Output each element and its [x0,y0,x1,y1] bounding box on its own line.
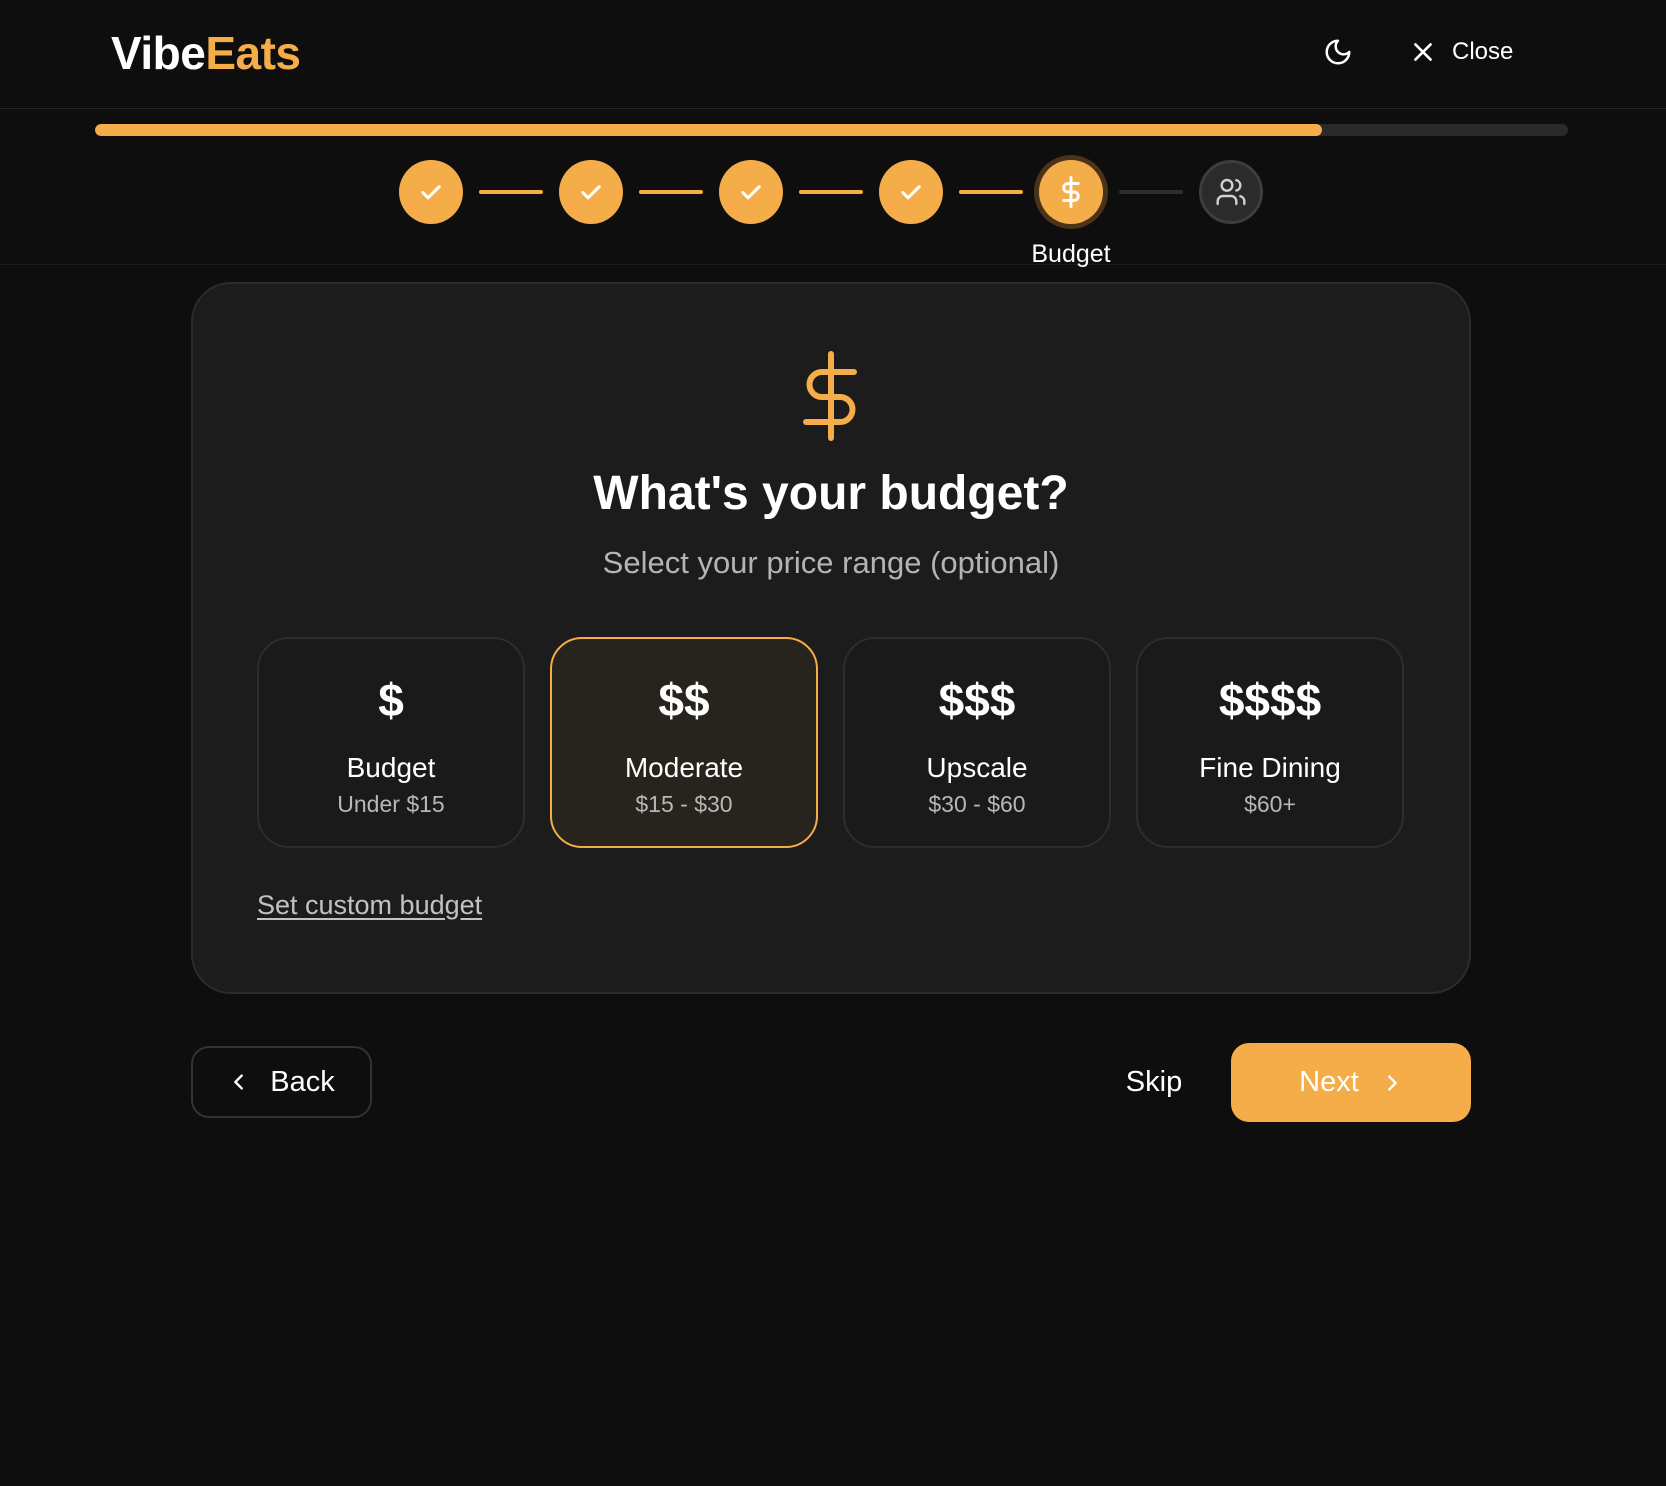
back-button[interactable]: Back [191,1046,372,1118]
current-step-label: Budget [1031,240,1111,268]
step-connector [1119,190,1183,194]
step-connector [959,190,1023,194]
close-label: Close [1452,38,1514,65]
check-icon [577,178,605,206]
budget-option-fine-dining[interactable]: $$$$ Fine Dining $60+ [1136,637,1404,848]
step-1-completed[interactable] [399,160,463,224]
chevron-right-icon [1381,1072,1403,1094]
option-range: $60+ [1244,791,1296,817]
check-icon [417,178,445,206]
progress-bar-fill [95,124,1322,136]
option-name: Upscale [926,752,1028,783]
close-icon [1410,39,1436,65]
price-symbol: $ [378,674,404,726]
step-progress: Budget [0,109,1666,268]
check-icon [737,178,765,206]
dollar-icon [800,350,862,442]
next-label: Next [1299,1066,1359,1098]
back-label: Back [270,1065,335,1098]
close-button[interactable]: Close [1410,30,1513,74]
question-title: What's your budget? [593,467,1069,520]
skip-button[interactable]: Skip [1110,1046,1198,1118]
option-range: Under $15 [337,791,445,817]
step-connector [479,190,543,194]
option-name: Fine Dining [1199,752,1341,783]
option-range: $30 - $60 [928,791,1026,817]
top-header: VibeEats Close [0,0,1666,109]
step-5-budget-current[interactable] [1039,160,1103,224]
check-icon [897,178,925,206]
step-6-group-upcoming[interactable] [1199,160,1263,224]
step-2-completed[interactable] [559,160,623,224]
step-3-completed[interactable] [719,160,783,224]
chevron-left-icon [228,1071,250,1093]
price-symbol: $$$ [938,674,1016,726]
option-name: Budget [346,752,436,783]
step-connector [639,190,703,194]
set-custom-budget-link[interactable]: Set custom budget [257,890,482,921]
budget-option-moderate[interactable]: $$ Moderate $15 - $30 [550,637,818,848]
budget-option-upscale[interactable]: $$$ Upscale $30 - $60 [843,637,1111,848]
theme-toggle-button[interactable] [1318,32,1358,72]
progress-bar [95,124,1568,136]
option-range: $15 - $30 [635,791,733,817]
price-symbol: $$$$ [1218,674,1322,726]
question-subtitle: Select your price range (optional) [602,545,1060,580]
budget-option-budget[interactable]: $ Budget Under $15 [257,637,525,848]
option-name: Moderate [624,752,744,783]
moon-icon [1323,37,1353,67]
step-4-completed[interactable] [879,160,943,224]
users-icon [1215,176,1247,208]
next-button[interactable]: Next [1231,1043,1471,1122]
price-symbol: $$ [658,674,710,726]
dollar-icon [1056,175,1086,209]
app-logo[interactable]: VibeEats [111,26,301,80]
logo-text-vibe: Vibe [111,27,206,79]
step-connector [799,190,863,194]
logo-text-eats: Eats [205,27,301,79]
